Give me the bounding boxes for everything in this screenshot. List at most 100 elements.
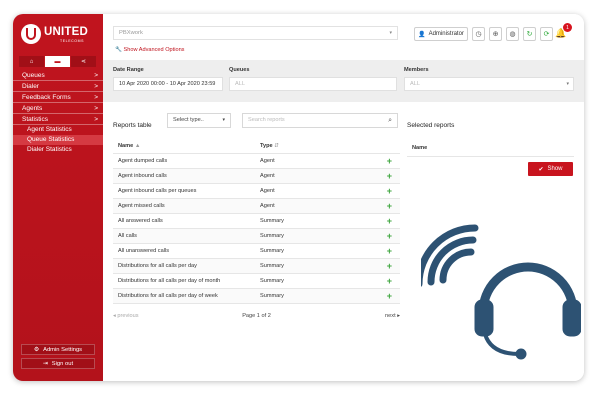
report-type: Agent [255, 168, 380, 184]
search-input[interactable]: Search reports ⌕ [242, 113, 398, 128]
pbx-select-placeholder: PBXwork [119, 30, 143, 36]
report-type: Summary [255, 273, 380, 289]
show-button[interactable]: ✔ Show [528, 162, 573, 176]
members-label: Members [404, 67, 429, 73]
type-header-label: Type [260, 143, 273, 150]
sidebar-item-queues[interactable]: Queues > [13, 70, 103, 81]
queues-select[interactable]: ALL [229, 77, 397, 91]
members-select[interactable]: ALL ▾ [404, 77, 574, 91]
admin-settings-label: Admin Settings [43, 346, 83, 353]
plus-icon[interactable]: + [380, 153, 400, 169]
next-label: next [385, 313, 396, 319]
date-range-value: 10 Apr 2020 00:00 - 10 Apr 2020 23:59 [119, 81, 216, 87]
table-row[interactable]: All calls Summary + [113, 228, 400, 244]
report-name: Distributions for all calls per day of m… [113, 273, 255, 289]
plus-icon[interactable]: + [380, 273, 400, 289]
type-column-header[interactable]: Type ⇵ [255, 140, 380, 154]
sidebar-subitem-queue-statistics[interactable]: Queue Statistics [13, 135, 103, 145]
plus-icon[interactable]: + [380, 243, 400, 259]
sidebar-item-statistics[interactable]: Statistics > [13, 114, 103, 125]
table-row[interactable]: Distributions for all calls per day of w… [113, 288, 400, 304]
crosshair-button[interactable]: ⊕ [489, 27, 502, 41]
table-row[interactable]: Agent inbound calls per queues Agent + [113, 183, 400, 199]
sync-button[interactable]: ⟳ [540, 27, 553, 41]
tab-briefcase[interactable]: ▬ [45, 56, 70, 67]
date-range-label: Date Range [113, 67, 144, 73]
report-type: Agent [255, 183, 380, 199]
show-advanced-options-link[interactable]: 🔧 Show Advanced Options [115, 47, 184, 53]
plus-icon[interactable]: + [380, 168, 400, 184]
clock-button[interactable]: ◷ [472, 27, 485, 41]
name-column-header[interactable]: Name ▲ [113, 140, 255, 154]
report-name: All unanswered calls [113, 243, 255, 259]
sign-out-icon: ⇥ [42, 360, 48, 367]
check-icon: ✔ [538, 166, 544, 173]
queues-label: Queues [229, 67, 250, 73]
clock-icon: ◷ [475, 31, 482, 38]
chevron-right-icon: > [94, 83, 98, 90]
sidebar-item-dialer[interactable]: Dialer > [13, 81, 103, 92]
report-type: Summary [255, 243, 380, 259]
table-row[interactable]: Agent dumped calls Agent + [113, 153, 400, 169]
table-row[interactable]: All answered calls Summary + [113, 213, 400, 229]
app-window: UNITED TELECOMS ⌂ ▬ ⋖ Queues > Dialer > Fe… [13, 14, 584, 381]
home-icon: ⌂ [29, 58, 34, 65]
pbx-select[interactable]: PBXwork ▾ [113, 26, 398, 40]
report-name: All answered calls [113, 213, 255, 229]
sidebar-item-label: Feedback Forms [22, 94, 71, 101]
globe-button[interactable]: ◍ [506, 27, 519, 41]
sign-out-label: Sign out [51, 360, 74, 367]
tab-home[interactable]: ⌂ [19, 56, 44, 67]
table-row[interactable]: Agent inbound calls Agent + [113, 168, 400, 184]
plus-icon[interactable]: + [380, 198, 400, 214]
admin-settings-button[interactable]: ⚙ Admin Settings [21, 344, 95, 355]
logo-brand: UNITED [44, 26, 89, 38]
sidebar-item-label: Agents [22, 105, 43, 112]
advanced-options-label: Show Advanced Options [123, 47, 185, 53]
queues-value: ALL [235, 81, 245, 87]
signal-waves-icon [421, 224, 479, 287]
report-name: All calls [113, 228, 255, 244]
sidebar-subitem-dialer-statistics[interactable]: Dialer Statistics [13, 145, 103, 155]
filters-bar: Date Range 10 Apr 2020 00:00 - 10 Apr 20… [103, 60, 584, 102]
sidebar-tabs: ⌂ ▬ ⋖ [19, 56, 97, 67]
search-placeholder: Search reports [248, 117, 285, 123]
table-row[interactable]: All unanswered calls Summary + [113, 243, 400, 259]
selected-name-header: Name [412, 145, 428, 151]
logo-tagline: TELECOMS [60, 39, 85, 43]
top-bar: PBXwork ▾ 🔧 Show Advanced Options 👤 Admi… [103, 14, 584, 60]
sidebar-subitem-agent-statistics[interactable]: Agent Statistics [13, 125, 103, 135]
main-content: PBXwork ▾ 🔧 Show Advanced Options 👤 Admi… [103, 14, 584, 381]
sort-asc-icon: ▲ [134, 143, 141, 150]
briefcase-icon: ▬ [54, 58, 61, 65]
type-select[interactable]: Select type.. ▾ [167, 113, 231, 128]
plus-icon[interactable]: + [380, 258, 400, 274]
next-link[interactable]: next ▸ [385, 313, 400, 319]
report-type: Summary [255, 258, 380, 274]
reports-table-title: Reports table [113, 122, 152, 129]
refresh-button[interactable]: ↻ [523, 27, 536, 41]
date-range-input[interactable]: 10 Apr 2020 00:00 - 10 Apr 2020 23:59 [113, 77, 223, 91]
search-icon: ⌕ [388, 117, 392, 124]
plus-icon[interactable]: + [380, 288, 400, 304]
user-icon: 👤 [418, 31, 426, 38]
plus-icon[interactable]: + [380, 213, 400, 229]
members-value: ALL [410, 81, 420, 87]
sidebar-item-agents[interactable]: Agents > [13, 103, 103, 114]
table-row[interactable]: Distributions for all calls per day Summa… [113, 258, 400, 274]
report-type: Agent [255, 153, 380, 169]
headset-icon [474, 262, 581, 360]
table-row[interactable]: Distributions for all calls per day of m… [113, 273, 400, 289]
administrator-button[interactable]: 👤 Administrator [414, 27, 468, 41]
chevron-down-icon: ▾ [222, 117, 225, 123]
plus-icon[interactable]: + [380, 183, 400, 199]
tab-share[interactable]: ⋖ [71, 56, 96, 67]
show-label: Show [547, 166, 563, 172]
chevron-right-icon: > [94, 105, 98, 112]
refresh-icon: ↻ [526, 31, 533, 38]
sidebar-item-feedback-forms[interactable]: Feedback Forms > [13, 92, 103, 103]
plus-icon[interactable]: + [380, 228, 400, 244]
sign-out-button[interactable]: ⇥ Sign out [21, 358, 95, 369]
table-row[interactable]: Agent missed calls Agent + [113, 198, 400, 214]
name-header-label: Name [118, 143, 134, 150]
